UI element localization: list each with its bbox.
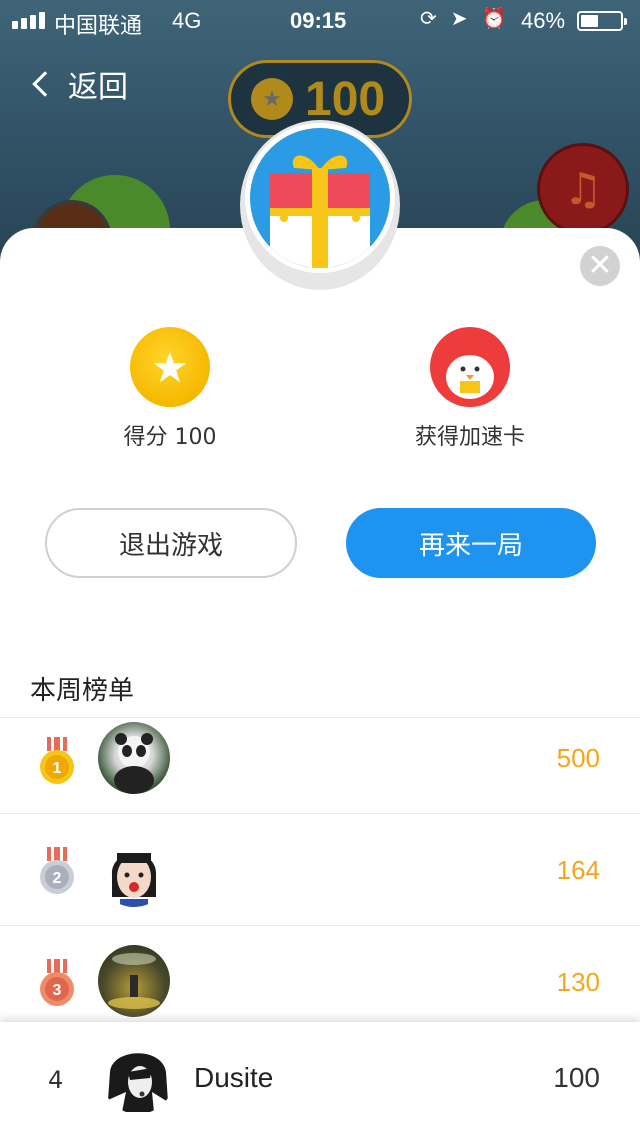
leaderboard-row: 1 500 <box>0 717 640 827</box>
back-icon <box>32 71 58 97</box>
rotation-lock-icon: ⟳ <box>420 8 437 30</box>
gift-icon <box>245 123 395 273</box>
play-again-button[interactable]: 再来一局 <box>346 508 596 578</box>
coin-count: 100 <box>305 72 386 126</box>
clock: 09:15 <box>290 8 347 33</box>
chick-card-icon <box>430 327 510 407</box>
star-coin-icon: ★ <box>130 327 210 407</box>
svg-text:3: 3 <box>53 982 62 999</box>
my-score: 100 <box>553 1062 600 1093</box>
status-bar: 中国联通 4G 09:15 ⟳ ➤ ⏰ 46% <box>0 0 640 40</box>
signal-icon <box>12 12 45 29</box>
score-label: 得分 100 <box>123 425 217 450</box>
row-score: 130 <box>556 967 600 997</box>
location-icon: ➤ <box>450 8 468 30</box>
row-score: 164 <box>556 855 600 885</box>
svg-text:2: 2 <box>53 870 62 887</box>
music-icon[interactable]: ♫ <box>537 143 629 235</box>
coin-icon: ★ <box>251 78 293 120</box>
medal-bronze-icon: 3 <box>40 959 74 1006</box>
leaderboard-row: 3 130 <box>0 925 640 1035</box>
medal-gold-icon: 1 <box>40 737 74 784</box>
card-label: 获得加速卡 <box>414 425 525 450</box>
my-name: Dusite <box>194 1062 274 1093</box>
battery-fill <box>581 15 598 27</box>
back-button[interactable]: 返回 <box>28 62 128 106</box>
alarm-icon: ⏰ <box>481 8 507 30</box>
score-reward: ★ 得分 100 <box>70 327 270 451</box>
status-icons: ⟳ ➤ ⏰ <box>420 6 506 31</box>
network-type: 4G <box>172 8 202 33</box>
avatar <box>102 1042 174 1114</box>
svg-text:1: 1 <box>53 760 62 777</box>
back-label: 返回 <box>68 70 128 105</box>
exit-game-button[interactable]: 退出游戏 <box>45 508 297 578</box>
avatar <box>98 945 170 1017</box>
medal-silver-icon: 2 <box>40 847 74 894</box>
row-score: 500 <box>556 743 600 773</box>
leaderboard-row: 2 164 <box>0 813 640 923</box>
avatar <box>98 835 170 907</box>
avatar <box>98 722 170 794</box>
battery-icon <box>577 11 627 31</box>
close-icon: ✕ <box>587 248 613 283</box>
close-button[interactable]: ✕ <box>580 246 620 286</box>
leaderboard-title: 本周榜单 <box>30 676 135 706</box>
carrier-name: 中国联通 <box>54 13 143 38</box>
battery-percent: 46% <box>521 8 566 33</box>
card-reward: 获得加速卡 <box>370 327 570 451</box>
my-rank-row: 4 Dusite 100 <box>0 1022 640 1136</box>
my-rank: 4 <box>48 1066 64 1094</box>
